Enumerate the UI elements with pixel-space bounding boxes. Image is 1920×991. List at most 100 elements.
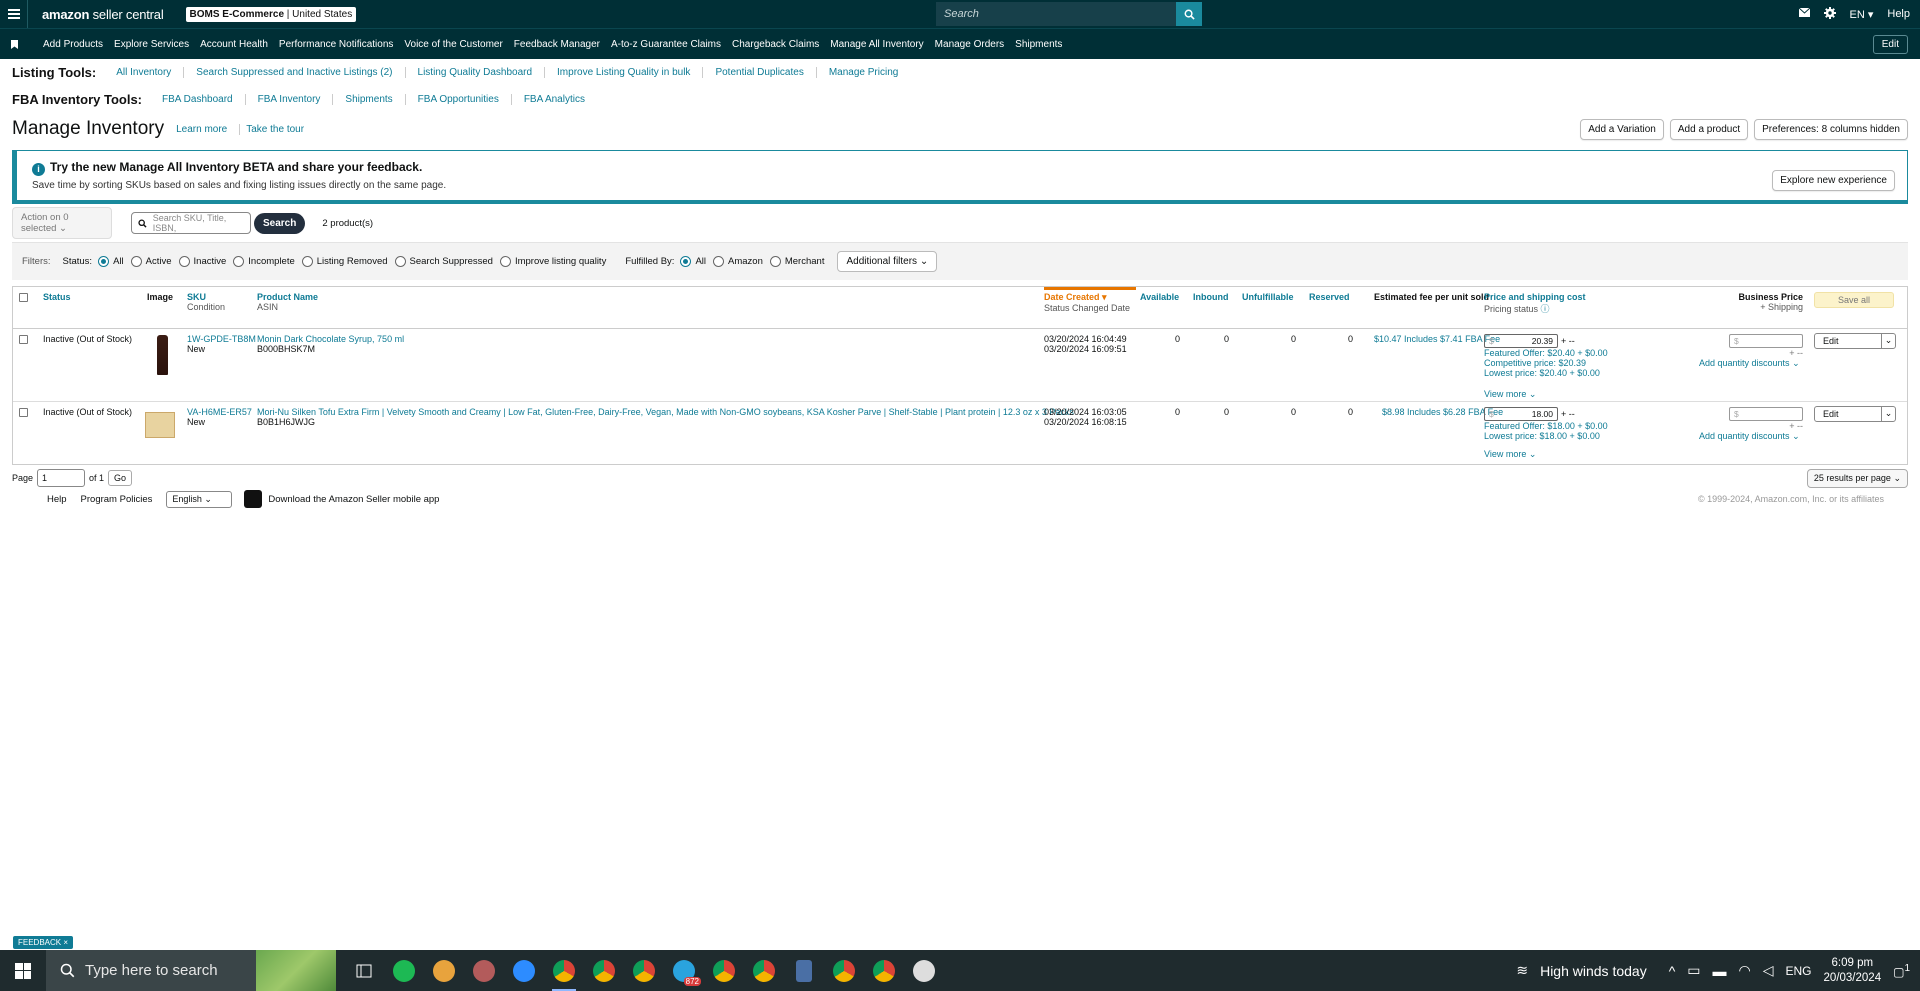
taskbar-search-input[interactable]: Type here to search <box>46 950 336 991</box>
business-price-input[interactable]: $ <box>1729 407 1803 421</box>
chrome-icon[interactable] <box>544 950 584 991</box>
price-input[interactable]: $18.00 <box>1484 407 1558 421</box>
fba-tool-link[interactable]: FBA Inventory <box>246 94 334 105</box>
fulfilled-radio-all[interactable] <box>680 256 692 267</box>
product-image[interactable] <box>157 335 168 375</box>
app-icon[interactable] <box>464 950 504 991</box>
chrome-icon[interactable] <box>584 950 624 991</box>
nav-explore-services[interactable]: Explore Services <box>114 39 189 50</box>
edit-dropdown-button[interactable]: Edit ⌄ <box>1814 333 1896 349</box>
search-button[interactable]: Search <box>254 212 306 234</box>
explore-new-experience-button[interactable]: Explore new experience <box>1772 170 1895 191</box>
help-link[interactable]: Help <box>1887 8 1910 20</box>
task-view-icon[interactable] <box>344 950 384 991</box>
select-all-checkbox[interactable] <box>19 293 28 302</box>
app-icon[interactable] <box>424 950 464 991</box>
bulk-action-select[interactable]: Action on 0 selected ⌄ <box>12 207 112 239</box>
inventory-search-input[interactable]: Search SKU, Title, ISBN, <box>131 212 251 234</box>
fba-tool-link[interactable]: FBA Analytics <box>512 94 597 105</box>
chrome-icon[interactable] <box>824 950 864 991</box>
product-image[interactable] <box>145 412 175 438</box>
footer-language-select[interactable]: English ⌄ <box>166 490 233 508</box>
page-number-input[interactable]: 1 <box>37 469 86 487</box>
fulfilled-radio-amazon[interactable] <box>713 256 724 267</box>
nav-voice-of-customer[interactable]: Voice of the Customer <box>404 39 502 50</box>
header-unfulfillable[interactable]: Unfulfillable <box>1242 292 1294 302</box>
header-date-created[interactable]: Date Created ▾ <box>1044 292 1130 303</box>
chevron-down-icon[interactable]: ⌄ <box>1881 334 1895 348</box>
take-tour-link[interactable]: Take the tour <box>239 123 310 135</box>
add-product-button[interactable]: Add a product <box>1669 118 1749 140</box>
weather-icon[interactable]: ≋ <box>1516 962 1528 979</box>
calculator-icon[interactable] <box>784 950 824 991</box>
volume-icon[interactable]: ◁ <box>1763 962 1774 979</box>
save-all-button[interactable]: Save all <box>1814 292 1894 308</box>
edit-dropdown-button[interactable]: Edit ⌄ <box>1814 406 1896 422</box>
fba-tool-link[interactable]: FBA Dashboard <box>150 94 246 105</box>
fba-tool-link[interactable]: Shipments <box>333 94 406 105</box>
header-inbound[interactable]: Inbound <box>1193 292 1229 302</box>
status-radio-listing-removed[interactable] <box>301 256 313 267</box>
go-button[interactable]: Go <box>108 470 133 486</box>
feedback-tab[interactable]: FEEDBACK × <box>13 936 74 949</box>
additional-filters-button[interactable]: Additional filters ⌄ <box>837 251 938 272</box>
row-sku[interactable]: 1W-GPDE-TB8M <box>187 334 256 344</box>
business-price-input[interactable]: $ <box>1729 334 1803 348</box>
header-status[interactable]: Status <box>43 292 71 302</box>
listing-tool-link[interactable]: All Inventory <box>104 67 185 78</box>
listing-tool-link[interactable]: Improve Listing Quality in bulk <box>545 67 704 78</box>
nav-account-health[interactable]: Account Health <box>200 39 268 50</box>
nav-edit-button[interactable]: Edit <box>1872 34 1908 54</box>
chrome-icon[interactable] <box>864 950 904 991</box>
clock[interactable]: 6:09 pm 20/03/2024 <box>1824 956 1882 986</box>
global-search-input[interactable]: Search <box>936 2 1176 26</box>
learn-more-link[interactable]: Learn more <box>170 124 233 135</box>
row-checkbox[interactable] <box>19 408 28 417</box>
header-available[interactable]: Available <box>1140 292 1179 302</box>
nav-feedback-manager[interactable]: Feedback Manager <box>514 39 600 50</box>
listing-tool-link[interactable]: Listing Quality Dashboard <box>406 67 546 78</box>
row-sku[interactable]: VA-H6ME-ER57 <box>187 407 252 417</box>
nav-chargeback-claims[interactable]: Chargeback Claims <box>732 39 819 50</box>
footer-program-policies-link[interactable]: Program Policies <box>81 494 153 505</box>
preferences-button[interactable]: Preferences: 8 columns hidden <box>1754 118 1908 140</box>
row-est-fee[interactable]: $10.47 Includes $7.41 FBA Fee <box>1374 334 1500 344</box>
header-sku[interactable]: SKU <box>187 292 225 302</box>
row-product-name[interactable]: Monin Dark Chocolate Syrup, 750 ml <box>257 334 404 344</box>
chevron-down-icon[interactable]: ⌄ <box>1881 407 1895 421</box>
seller-app-icon[interactable] <box>244 490 263 508</box>
meet-icon[interactable]: ▭ <box>1687 962 1700 979</box>
add-variation-button[interactable]: Add a Variation <box>1580 118 1664 140</box>
media-player-icon[interactable] <box>904 950 944 991</box>
store-selector[interactable]: BOMS E-Commerce | United States <box>185 6 357 22</box>
row-product-name[interactable]: Mori-Nu Silken Tofu Extra Firm | Velvety… <box>257 407 1074 417</box>
search-icon[interactable] <box>1176 2 1202 26</box>
header-reserved[interactable]: Reserved <box>1309 292 1350 302</box>
view-more-link[interactable]: View more ⌄ <box>1484 389 1608 400</box>
listing-tool-link[interactable]: Potential Duplicates <box>703 67 817 78</box>
chrome-icon[interactable] <box>744 950 784 991</box>
menu-icon[interactable] <box>0 0 28 28</box>
header-price-shipping[interactable]: Price and shipping cost <box>1484 292 1586 302</box>
status-radio-improve-quality[interactable] <box>499 256 511 267</box>
status-radio-search-suppressed[interactable] <box>394 256 406 267</box>
nav-performance-notifications[interactable]: Performance Notifications <box>279 39 394 50</box>
nav-manage-orders[interactable]: Manage Orders <box>935 39 1004 50</box>
zoom-icon[interactable] <box>504 950 544 991</box>
bookmark-icon[interactable] <box>0 39 28 49</box>
weather-text[interactable]: High winds today <box>1540 963 1647 979</box>
view-more-link[interactable]: View more ⌄ <box>1484 449 1608 460</box>
add-quantity-discounts-link[interactable]: Add quantity discounts ⌄ <box>1699 431 1800 442</box>
status-radio-active[interactable] <box>130 256 142 267</box>
status-radio-all[interactable] <box>98 256 110 267</box>
fba-tool-link[interactable]: FBA Opportunities <box>406 94 512 105</box>
language-selector[interactable]: EN ▾ <box>1850 8 1874 21</box>
chrome-icon[interactable] <box>704 950 744 991</box>
download-app-link[interactable]: Download the Amazon Seller mobile app <box>268 494 439 505</box>
fulfilled-radio-merchant[interactable] <box>769 256 781 267</box>
telegram-icon[interactable]: 872 <box>664 950 704 991</box>
battery-icon[interactable]: ▬ <box>1713 963 1727 979</box>
listing-tool-link[interactable]: Search Suppressed and Inactive Listings … <box>184 67 406 78</box>
listing-tool-link[interactable]: Manage Pricing <box>817 67 910 78</box>
header-product-name[interactable]: Product Name <box>257 292 318 302</box>
